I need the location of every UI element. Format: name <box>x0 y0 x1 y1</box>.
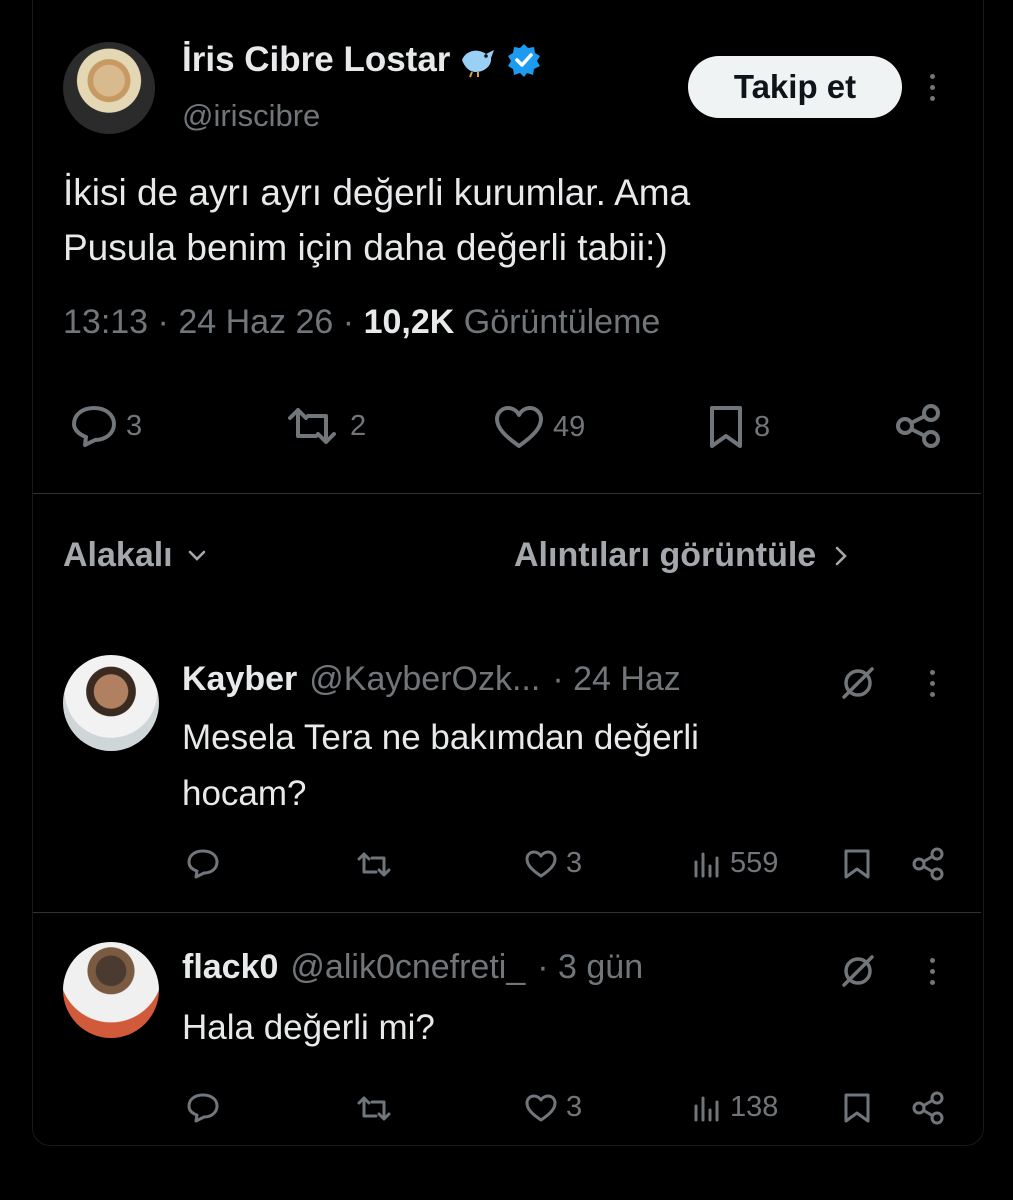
bookmark-icon[interactable] <box>842 848 872 880</box>
quotes-label: Alıntıları görüntüle <box>514 536 817 574</box>
view-quotes-link[interactable]: Alıntıları görüntüle <box>514 536 848 575</box>
tweet-text-line: Pusula benim için daha değerli tabii:) <box>63 227 668 268</box>
reply-author-name[interactable]: flack0 <box>182 948 278 987</box>
reply-text-line: Mesela Tera ne bakımdan değerli <box>182 718 699 757</box>
tweet-time[interactable]: 13:13 <box>63 303 148 341</box>
author-name[interactable]: İris Cibre Lostar <box>182 40 450 80</box>
retweet-icon[interactable] <box>354 1094 394 1124</box>
chevron-right-icon <box>834 545 848 567</box>
reply-text-line: Hala değerli mi? <box>182 1008 435 1047</box>
reply-time[interactable]: · 24 Haz <box>552 660 681 699</box>
reply-icon[interactable] <box>186 1092 220 1124</box>
retweet-icon <box>282 404 342 448</box>
reply-text: Mesela Tera ne bakımdan değerli hocam? <box>182 710 842 822</box>
reply-header: flack0 @alik0cnefreti_ · 3 gün <box>182 948 643 987</box>
grok-icon[interactable] <box>838 663 878 703</box>
divider <box>33 493 981 494</box>
bookmark-button[interactable]: 8 <box>706 404 770 450</box>
more-options-icon[interactable] <box>922 67 942 107</box>
reply-text: Hala değerli mi? <box>182 1000 842 1056</box>
verified-badge-icon <box>506 42 542 78</box>
like-count: 3 <box>566 1091 583 1123</box>
like-count: 49 <box>553 410 586 443</box>
bookmark-icon[interactable] <box>842 1092 872 1124</box>
sort-label: Alakalı <box>63 536 173 574</box>
reply-button[interactable]: 3 <box>70 404 142 448</box>
reply-avatar[interactable] <box>63 942 159 1038</box>
heart-icon <box>493 404 545 450</box>
reply-author-name[interactable]: Kayber <box>182 660 297 699</box>
views-button[interactable]: 138 <box>692 1091 778 1124</box>
retweet-button[interactable]: 2 <box>282 404 366 448</box>
tweet-text: İkisi de ayrı ayrı değerli kurumlar. Ama… <box>63 165 943 275</box>
more-options-icon[interactable] <box>922 663 942 703</box>
reply-handle[interactable]: @alik0cnefreti_ <box>290 948 525 987</box>
author-handle[interactable]: @iriscibre <box>182 98 320 134</box>
share-icon[interactable] <box>910 1090 946 1126</box>
reply-handle[interactable]: @KayberOzk... <box>309 660 540 699</box>
views-button[interactable]: 559 <box>692 847 778 880</box>
heart-icon <box>524 848 558 880</box>
retweet-icon[interactable] <box>354 850 394 880</box>
reply-icon <box>70 404 118 448</box>
like-button[interactable]: 49 <box>493 404 585 450</box>
views-count: 559 <box>730 847 779 879</box>
tweet-date[interactable]: 24 Haz 26 <box>178 303 333 341</box>
more-options-icon[interactable] <box>922 951 942 991</box>
like-button[interactable]: 3 <box>524 1091 582 1124</box>
tweet-text-line: İkisi de ayrı ayrı değerli kurumlar. Ama <box>63 172 691 213</box>
reply-icon[interactable] <box>186 848 220 880</box>
author-name-row[interactable]: İris Cibre Lostar <box>182 40 542 80</box>
heart-icon <box>524 1092 558 1124</box>
grok-icon[interactable] <box>838 951 878 991</box>
bookmark-count: 8 <box>754 410 771 443</box>
follow-button[interactable]: Takip et <box>688 56 902 118</box>
reply-time[interactable]: · 3 gün <box>537 948 643 987</box>
tweet-meta: 13:13 · 24 Haz 26 · 10,2K Görüntüleme <box>63 303 661 341</box>
like-count: 3 <box>566 847 583 879</box>
analytics-icon <box>692 848 722 880</box>
chevron-down-icon <box>187 549 207 563</box>
retweet-count: 2 <box>350 409 367 442</box>
reply-count: 3 <box>126 409 143 442</box>
bird-icon <box>458 42 498 78</box>
bookmark-icon <box>706 404 746 450</box>
author-avatar[interactable] <box>63 42 155 134</box>
views-count: 138 <box>730 1091 779 1123</box>
views-count: 10,2K <box>363 303 455 341</box>
like-button[interactable]: 3 <box>524 847 582 880</box>
sort-dropdown[interactable]: Alakalı <box>63 536 207 575</box>
share-icon[interactable] <box>893 403 943 449</box>
analytics-icon <box>692 1092 722 1124</box>
reply-header: Kayber @KayberOzk... · 24 Haz <box>182 660 681 699</box>
reply-avatar[interactable] <box>63 655 159 751</box>
share-icon[interactable] <box>910 846 946 882</box>
views-label: Görüntüleme <box>463 303 661 341</box>
divider <box>33 912 981 913</box>
reply-text-line: hocam? <box>182 774 307 813</box>
